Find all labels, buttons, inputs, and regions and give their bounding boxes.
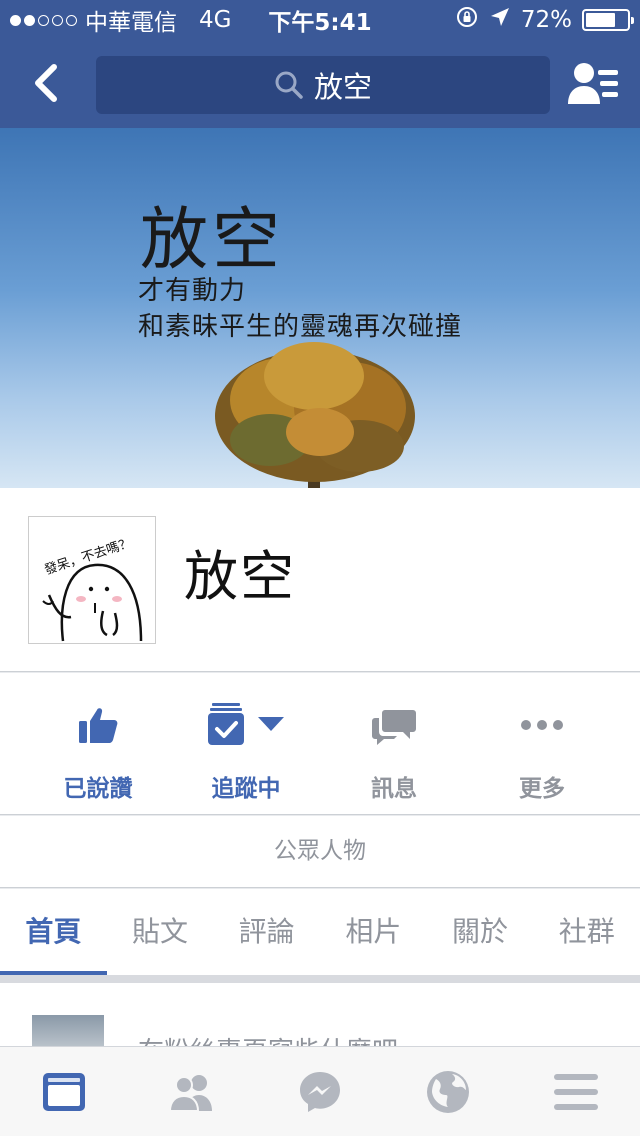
tab-news-feed[interactable] — [0, 1047, 128, 1136]
page-category[interactable]: 公眾人物 — [0, 816, 640, 888]
friend-requests-button[interactable] — [568, 60, 622, 108]
cover-photo[interactable]: 放空 才有動力 和素昧平生的靈魂再次碰撞 — [0, 128, 640, 488]
more-label: 更多 — [519, 776, 565, 802]
message-label: 訊息 — [371, 776, 417, 802]
status-bar: 中華電信 4G 下午5:41 72% — [0, 0, 640, 40]
location-arrow-icon — [489, 6, 511, 34]
friends-icon — [168, 1074, 212, 1111]
search-text: 放空 — [313, 70, 372, 104]
back-button[interactable] — [20, 58, 70, 108]
divider — [0, 975, 640, 983]
tab-menu[interactable] — [512, 1047, 640, 1136]
more-button[interactable]: 更多 — [468, 673, 616, 814]
signal-strength-icon — [10, 14, 77, 26]
friend-list-icon — [568, 63, 618, 104]
tab-photos[interactable]: 相片 — [320, 889, 427, 975]
tab-notifications[interactable] — [384, 1047, 512, 1136]
search-icon — [275, 71, 303, 99]
page-name: 放空 — [184, 545, 296, 608]
chevron-left-icon — [35, 64, 57, 102]
page-tabs: 首頁 貼文 評論 相片 關於 社群 — [0, 889, 640, 975]
tab-friends[interactable] — [128, 1047, 256, 1136]
following-check-icon — [208, 703, 284, 745]
tab-about[interactable]: 關於 — [427, 889, 534, 975]
cover-subtitle: 才有動力 — [138, 276, 247, 306]
tab-messenger[interactable] — [256, 1047, 384, 1136]
tab-home[interactable]: 首頁 — [0, 889, 107, 975]
message-bubbles-icon — [372, 710, 416, 745]
like-label: 已說讚 — [63, 776, 133, 802]
cover-title: 放空 — [140, 201, 285, 280]
tab-posts[interactable]: 貼文 — [107, 889, 214, 975]
follow-label: 追蹤中 — [211, 776, 281, 802]
bottom-tab-bar — [0, 1046, 640, 1136]
rotation-lock-icon — [455, 5, 479, 35]
globe-icon — [427, 1070, 469, 1113]
messenger-icon — [300, 1071, 340, 1112]
battery-icon — [582, 9, 634, 31]
profile-header: 發呆，不去嗎？ 放空 — [0, 488, 640, 672]
message-button[interactable]: 訊息 — [320, 673, 468, 814]
ellipsis-icon — [521, 720, 563, 730]
news-feed-icon — [43, 1072, 85, 1111]
follow-button[interactable]: 追蹤中 — [172, 673, 320, 814]
carrier-name: 中華電信 — [85, 10, 177, 36]
tree-image — [215, 342, 415, 488]
network-type: 4G — [199, 7, 232, 33]
ghost-cartoon-image: 發呆，不去嗎？ — [42, 536, 143, 642]
tab-reviews[interactable]: 評論 — [213, 889, 320, 975]
page-actions: 已說讚 追蹤中 訊息 更多 — [0, 673, 640, 815]
like-button[interactable]: 已說讚 — [24, 673, 172, 814]
battery-percent: 72% — [520, 7, 572, 33]
profile-avatar[interactable]: 發呆，不去嗎？ — [28, 516, 156, 644]
tab-community[interactable]: 社群 — [533, 889, 640, 975]
hamburger-menu-icon — [554, 1073, 598, 1110]
thumbs-up-icon — [79, 708, 118, 743]
search-input[interactable]: 放空 — [96, 56, 550, 114]
nav-bar: 放空 — [0, 40, 640, 128]
